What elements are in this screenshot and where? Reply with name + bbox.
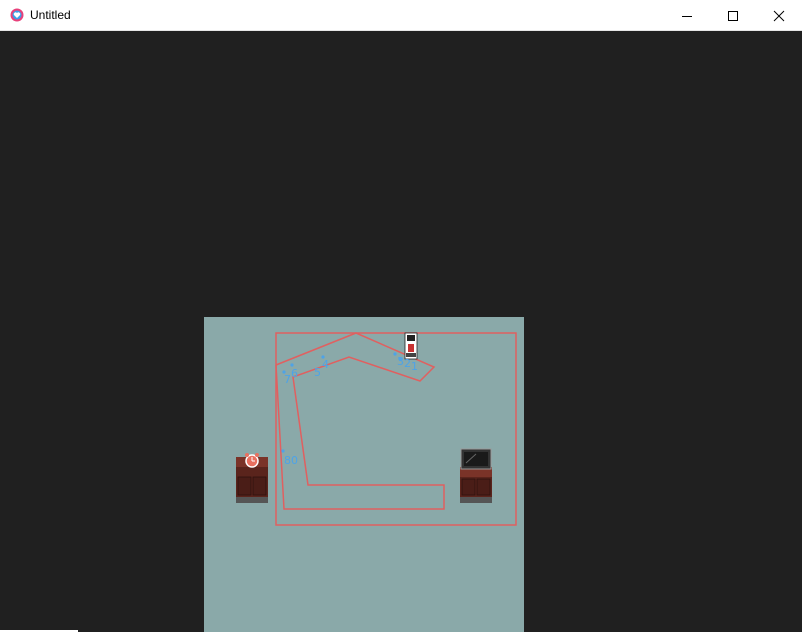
heart-app-icon [10,8,24,22]
title-bar[interactable]: Untitled [0,0,802,31]
nightstand-with-tv[interactable] [460,448,492,503]
waypoint-markers [281,352,402,453]
window-title: Untitled [30,8,71,22]
minimize-button[interactable] [664,0,710,31]
waypoint-label-6: 6 [291,367,298,380]
room-floor[interactable]: 7 6 5 4 3 2 1 8 0 [204,317,524,632]
waypoint-label-3: 3 [397,355,404,368]
waypoint-label-4: 4 [322,358,329,371]
walk-path [275,332,445,510]
maximize-icon [728,10,738,21]
waypoint-label-5: 5 [314,366,321,379]
waypoint-label-7: 7 [284,373,291,386]
waypoint-label-1: 1 [411,360,418,373]
waypoint-label-2: 2 [404,357,411,370]
close-button[interactable] [756,0,802,31]
minimize-icon [682,15,692,17]
scene-layer: 7 6 5 4 3 2 1 8 0 [236,332,517,526]
nightstand-with-alarm-clock[interactable] [236,453,268,503]
waypoint-label-0: 0 [291,454,298,467]
waypoint-label-8: 8 [284,454,291,467]
waypoint-dot-8 [281,449,285,453]
maximize-button[interactable] [710,0,756,31]
close-icon [773,10,785,21]
alarm-clock-icon [245,453,259,468]
character-icon[interactable] [404,332,418,360]
tv-icon [460,448,492,470]
